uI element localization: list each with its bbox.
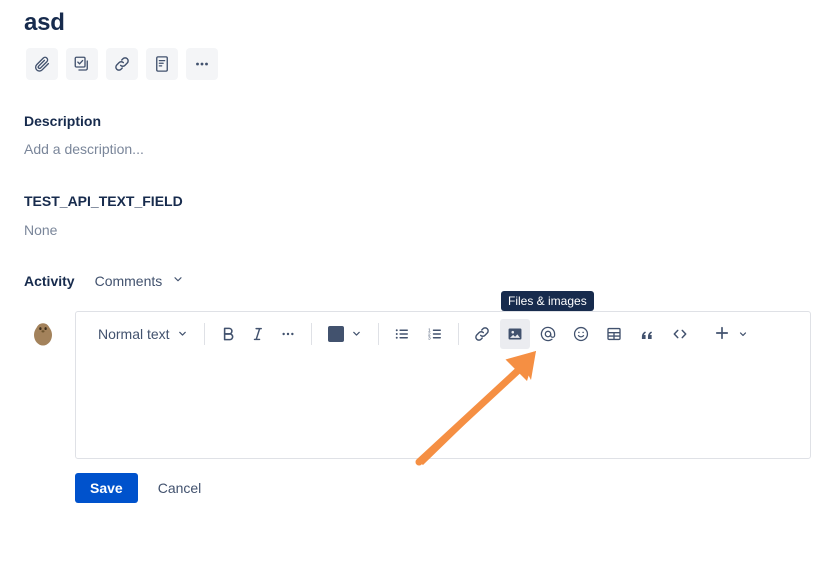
activity-section-header: Activity Comments [24,272,184,290]
add-child-issue-icon [73,55,91,73]
emoji-button[interactable] [566,319,596,349]
add-child-issue-button[interactable] [66,48,98,80]
attach-button[interactable] [26,48,58,80]
link-icon [113,55,131,73]
activity-title: Activity [24,273,75,289]
toolbar-separator [203,323,205,345]
insert-more-button[interactable] [705,319,756,349]
chevron-down-icon [177,326,188,342]
quote-button[interactable] [632,319,662,349]
numbered-list-button[interactable]: 1 2 3 [420,319,450,349]
attach-icon [33,55,51,73]
plus-icon [713,324,731,345]
cancel-button[interactable]: Cancel [148,473,212,503]
editor-footer-actions: Save Cancel [75,473,211,503]
link-issue-button[interactable] [106,48,138,80]
comment-editor: Normal text 1 2 3 [75,311,811,459]
toolbar-separator [377,323,379,345]
activity-filter-comments[interactable]: Comments [95,272,185,290]
document-icon [153,55,171,73]
save-button[interactable]: Save [75,473,138,503]
more-actions-icon [193,55,211,73]
text-style-label: Normal text [98,326,170,342]
text-color-button[interactable] [320,319,370,349]
description-label: Description [24,113,102,129]
page-title[interactable]: asd [24,7,65,39]
toolbar-separator [310,323,312,345]
chevron-down-icon [172,272,184,290]
more-actions-button[interactable] [186,48,218,80]
chevron-down-icon [351,326,362,342]
table-button[interactable] [599,319,629,349]
quick-actions-bar [26,48,218,80]
test-api-text-field-label: TEST_API_TEXT_FIELD [24,193,183,209]
editor-toolbar: Normal text 1 2 3 [76,312,810,356]
toolbar-separator [457,323,459,345]
description-placeholder[interactable]: Add a description... [24,139,144,159]
activity-filter-label: Comments [94,273,163,289]
link-button[interactable] [467,319,497,349]
text-color-swatch [327,326,344,342]
text-style-dropdown[interactable]: Normal text [90,319,196,349]
test-api-text-field-value[interactable]: None [24,220,57,240]
bullet-list-button[interactable] [387,319,417,349]
bold-button[interactable] [213,319,243,349]
create-page-button[interactable] [146,48,178,80]
svg-text:3: 3 [428,336,431,342]
tooltip-files-images: Files & images [501,291,594,311]
chevron-down-icon [738,326,748,342]
avatar[interactable] [27,317,59,349]
italic-button[interactable] [243,319,273,349]
files-images-button[interactable] [499,319,530,349]
mention-button[interactable] [533,319,563,349]
comment-input[interactable] [76,356,810,458]
more-formatting-button[interactable] [273,319,303,349]
code-snippet-button[interactable] [665,319,695,349]
